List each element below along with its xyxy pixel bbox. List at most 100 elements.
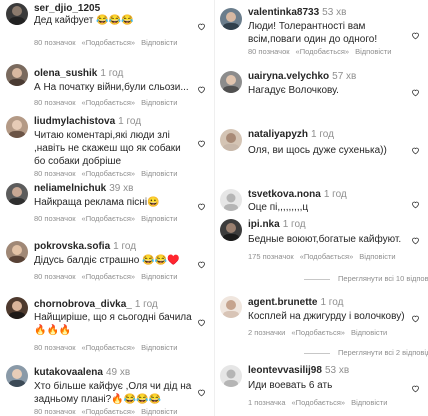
comment-username[interactable]: liudmylachistova: [34, 116, 115, 127]
like-reply-label: «Подобається»: [81, 169, 136, 178]
comment-username[interactable]: agent.brunette: [248, 297, 317, 308]
heart-icon[interactable]: [411, 384, 420, 393]
avatar[interactable]: [6, 241, 28, 263]
likes-count[interactable]: 80 позначок: [248, 47, 290, 56]
comment-time: 1 год: [134, 299, 158, 310]
comment-text: Нагадує Волочкову.: [248, 85, 339, 96]
avatar[interactable]: [6, 183, 28, 205]
comment-username[interactable]: valentinka8733: [248, 7, 319, 18]
avatar[interactable]: [220, 365, 242, 387]
comment-time: 53 хв: [322, 7, 347, 18]
comment: uairyna.velychko 57 хв Нагадує Волочкову.: [214, 68, 428, 112]
comment: agent.brunette 1 год Косплей на джигурду …: [214, 292, 428, 358]
like-reply-label: «Подобається»: [299, 252, 354, 261]
comment: olena_sushik 1 год А На початку війни,бул…: [0, 61, 214, 113]
comment-username[interactable]: uairyna.velychko: [248, 71, 329, 82]
avatar[interactable]: [6, 64, 28, 86]
comment-text: Оля, ви щось дуже сухенька)): [248, 145, 387, 156]
likes-count[interactable]: 80 позначок: [34, 214, 76, 223]
heart-icon[interactable]: [197, 318, 206, 327]
reply-button[interactable]: Відповісти: [351, 328, 387, 337]
comment-text: Люди! Толерантності вам всім,поваги один…: [248, 21, 378, 45]
heart-icon[interactable]: [411, 31, 420, 40]
like-reply-label: «Подобається»: [81, 214, 136, 223]
likes-count[interactable]: 1 позначка: [248, 398, 286, 407]
avatar[interactable]: [220, 129, 242, 151]
comment-username[interactable]: olena_sushik: [34, 68, 97, 79]
comment: valentinka8733 53 хв Люди! Толерантності …: [214, 0, 428, 58]
view-replies-label: Переглянути всі 2 відповіді: [338, 348, 428, 357]
likes-count[interactable]: 80 позначок: [34, 169, 76, 178]
comment-text: Дідусь балдіє страшно 😂😂♥️: [34, 255, 180, 266]
comment: pokrovska.sofia 1 год Дідусь балдіє страш…: [0, 238, 214, 282]
reply-button[interactable]: Відповісти: [141, 169, 177, 178]
reply-button[interactable]: Відповісти: [141, 407, 177, 416]
comment: chornobrova_divka_ 1 год Найщиріше, що я …: [0, 294, 214, 352]
avatar[interactable]: [220, 8, 242, 30]
comment-username[interactable]: pokrovska.sofia: [34, 241, 110, 252]
comment-username[interactable]: chornobrova_divka_: [34, 299, 132, 310]
like-reply-label: «Подобається»: [291, 398, 346, 407]
likes-count[interactable]: 2 позначки: [248, 328, 285, 337]
heart-icon[interactable]: [411, 314, 420, 323]
likes-count[interactable]: 80 позначок: [34, 407, 76, 416]
heart-icon[interactable]: [411, 88, 420, 97]
likes-count[interactable]: 175 позначок: [248, 252, 294, 261]
avatar[interactable]: [220, 219, 242, 241]
comment: tsvetkova.nona 1 год Оце пі,,,,,,,,,ц: [214, 186, 428, 216]
comment-time: 1 год: [282, 219, 306, 230]
comment-username[interactable]: tsvetkova.nona: [248, 189, 321, 200]
reply-button[interactable]: Відповісти: [141, 214, 177, 223]
reply-button[interactable]: Відповісти: [355, 47, 391, 56]
heart-icon[interactable]: [197, 260, 206, 269]
avatar[interactable]: [220, 71, 242, 93]
comment: leontevvasilij98 53 хв Иди воевать 6 ать …: [214, 362, 428, 416]
reply-button[interactable]: Відповісти: [141, 272, 177, 281]
reply-button[interactable]: Відповісти: [141, 38, 177, 47]
heart-icon[interactable]: [197, 22, 206, 31]
likes-count[interactable]: 80 позначок: [34, 38, 76, 47]
view-replies-label: Переглянути всі 10 відповідей: [338, 274, 428, 283]
reply-button[interactable]: Відповісти: [359, 252, 395, 261]
avatar[interactable]: [6, 116, 28, 138]
heart-icon[interactable]: [197, 139, 206, 148]
comment-time: 53 хв: [324, 365, 350, 376]
comment: ipi.nka 1 год Бедные воюют,богатые кайфую…: [214, 216, 428, 286]
comment-username[interactable]: kutakovaalena: [34, 367, 103, 378]
likes-count[interactable]: 80 позначок: [34, 272, 76, 281]
reply-button[interactable]: Відповісти: [351, 398, 387, 407]
heart-icon[interactable]: [411, 200, 420, 209]
comment-text: Найкраща реклама пісні😀: [34, 197, 160, 208]
avatar[interactable]: [6, 3, 28, 25]
avatar[interactable]: [220, 296, 242, 318]
reply-button[interactable]: Відповісти: [141, 343, 177, 352]
heart-icon[interactable]: [197, 85, 206, 94]
like-reply-label: «Подобається»: [81, 38, 136, 47]
comment: kutakovaalena 49 хв Хто більше кайфує ,Ол…: [0, 362, 214, 416]
comments-column-left: ser_djio_1205 Дед кайфует 😂😂😂 80 позначо…: [0, 0, 214, 416]
comment-username[interactable]: ser_djio_1205: [34, 3, 100, 14]
comment-text: Дед кайфует 😂😂😂: [34, 15, 134, 26]
comment: liudmylachistova 1 год Читаю коментарі,як…: [0, 113, 214, 178]
heart-icon[interactable]: [197, 202, 206, 211]
comment-username[interactable]: ipi.nka: [248, 219, 280, 230]
likes-count[interactable]: 80 позначок: [34, 343, 76, 352]
reply-button[interactable]: Відповісти: [141, 98, 177, 107]
heart-icon[interactable]: [411, 236, 420, 245]
view-replies-button[interactable]: Переглянути всі 10 відповідей: [304, 274, 428, 283]
comment-time: 49 хв: [105, 367, 131, 378]
comment-time: 1 год: [311, 129, 334, 140]
heart-icon[interactable]: [197, 388, 206, 397]
replies-divider: [304, 278, 330, 280]
view-replies-button[interactable]: Переглянути всі 2 відповіді: [304, 348, 428, 357]
like-reply-label: «Подобається»: [81, 343, 136, 352]
avatar[interactable]: [220, 189, 242, 211]
comment-username[interactable]: neliamelnichuk: [34, 183, 106, 194]
likes-count[interactable]: 80 позначок: [34, 98, 76, 107]
avatar[interactable]: [6, 365, 28, 387]
heart-icon[interactable]: [411, 146, 420, 155]
comment-text: Бедные воюют,богатые кайфуют.: [248, 234, 402, 245]
avatar[interactable]: [6, 297, 28, 319]
comment-username[interactable]: leontevvasilij98: [248, 365, 322, 376]
comment-username[interactable]: nataliyapyzh: [248, 129, 308, 140]
